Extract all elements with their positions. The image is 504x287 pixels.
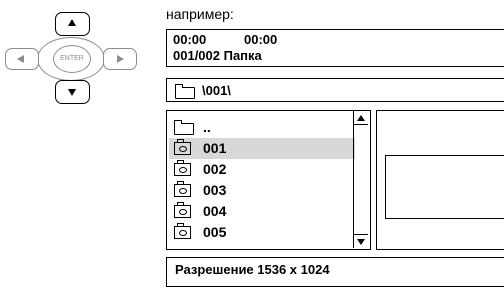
photo-folder-icon — [174, 223, 191, 239]
folder-icon — [173, 120, 194, 135]
status-panel: 00:00 00:00 001/002 Папка — [166, 29, 504, 67]
example-caption: например: — [166, 6, 234, 22]
time-total: 00:00 — [244, 32, 278, 47]
down-arrow-icon — [68, 89, 76, 96]
list-item-label: 001 — [203, 140, 227, 156]
file-list: .. 001 002 003 004 005 — [166, 110, 371, 250]
folder-icon — [174, 84, 195, 99]
left-key[interactable] — [5, 48, 39, 70]
list-item-label: 004 — [203, 203, 227, 219]
list-item-label: 002 — [203, 161, 227, 177]
up-key[interactable] — [55, 12, 90, 36]
scroll-up-icon — [357, 115, 365, 121]
list-item[interactable]: 005 — [169, 222, 355, 243]
scroll-down-button[interactable] — [354, 234, 368, 248]
list-item[interactable]: 001 — [169, 138, 355, 159]
scroll-up-button[interactable] — [354, 111, 368, 125]
list-item-label: 003 — [203, 182, 227, 198]
list-item[interactable]: 002 — [169, 159, 355, 180]
right-arrow-icon — [117, 55, 124, 63]
right-key[interactable] — [103, 48, 137, 70]
photo-folder-icon — [174, 139, 191, 155]
path-text: \001\ — [202, 83, 231, 98]
scroll-down-icon — [357, 239, 365, 245]
list-item[interactable]: 003 — [169, 180, 355, 201]
photo-folder-icon — [174, 181, 191, 197]
file-rows: .. 001 002 003 004 005 — [169, 117, 355, 243]
path-bar: \001\ — [166, 78, 504, 102]
resolution-text: Разрешение 1536 x 1024 — [175, 262, 330, 277]
list-item-label: 005 — [203, 224, 227, 240]
list-item-label: .. — [203, 119, 211, 135]
list-scrollbar[interactable] — [353, 111, 368, 248]
photo-folder-icon — [174, 160, 191, 176]
list-item-parent[interactable]: .. — [169, 117, 355, 138]
down-key[interactable] — [55, 80, 90, 104]
up-arrow-icon — [68, 19, 76, 26]
time-elapsed: 00:00 — [173, 32, 207, 47]
enter-key[interactable]: ENTER — [53, 45, 91, 73]
info-bar: Разрешение 1536 x 1024 — [166, 257, 504, 287]
preview-panel — [376, 110, 504, 250]
photo-folder-icon — [174, 202, 191, 218]
preview-thumbnail — [385, 155, 504, 219]
track-info: 001/002 Папка — [173, 48, 262, 63]
left-arrow-icon — [17, 55, 24, 63]
list-item[interactable]: 004 — [169, 201, 355, 222]
